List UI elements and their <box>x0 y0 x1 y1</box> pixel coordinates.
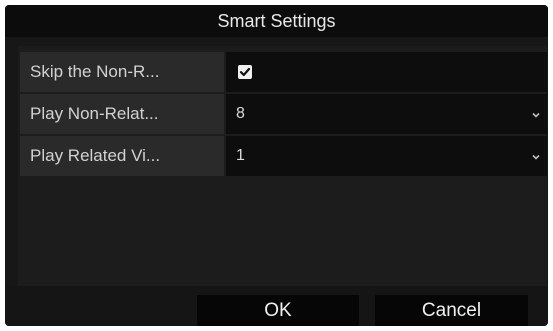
setting-row-play-related: Play Related Vi... 1 <box>20 136 547 176</box>
skip-non-related-value[interactable] <box>226 52 547 92</box>
ok-button[interactable]: OK <box>197 295 359 326</box>
chevron-down-icon[interactable] <box>531 111 541 119</box>
checkmark-icon <box>239 67 251 77</box>
play-non-related-select[interactable]: 8 <box>226 94 547 134</box>
dialog-footer: OK Cancel <box>5 286 548 326</box>
dialog-title: Smart Settings <box>5 5 548 37</box>
setting-label: Play Related Vi... <box>20 136 224 176</box>
select-value: 8 <box>236 105 245 122</box>
setting-row-play-non-related: Play Non-Relat... 8 <box>20 94 547 134</box>
setting-row-skip-non-related: Skip the Non-R... <box>20 52 547 92</box>
chevron-down-icon[interactable] <box>531 153 541 161</box>
play-related-select[interactable]: 1 <box>226 136 547 176</box>
skip-non-related-checkbox[interactable] <box>238 65 252 79</box>
cancel-button[interactable]: Cancel <box>375 295 528 326</box>
setting-label: Skip the Non-R... <box>20 52 224 92</box>
select-value: 1 <box>236 147 245 164</box>
settings-panel: Skip the Non-R... Play Non-Relat... 8 Pl… <box>18 46 547 300</box>
setting-label: Play Non-Relat... <box>20 94 224 134</box>
smart-settings-dialog: Smart Settings Skip the Non-R... Play No… <box>5 5 548 326</box>
